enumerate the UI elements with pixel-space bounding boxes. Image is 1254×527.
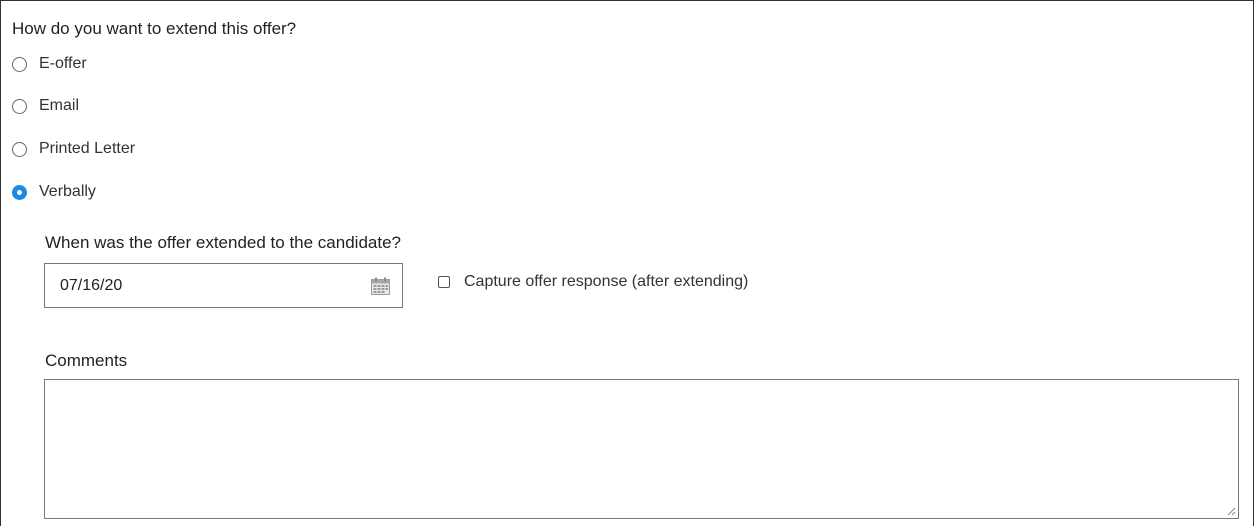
capture-response-label: Capture offer response (after extending) — [464, 273, 749, 290]
extended-date-field[interactable]: 07/16/20 — [44, 263, 403, 308]
offer-form: How do you want to extend this offer? E-… — [0, 0, 1254, 526]
radio-option-printed-letter[interactable]: Printed Letter — [12, 138, 135, 160]
radio-option-email[interactable]: Email — [12, 95, 79, 117]
radio-button[interactable] — [12, 56, 27, 72]
radio-button-selected[interactable] — [12, 184, 27, 200]
offer-method-question: How do you want to extend this offer? — [12, 19, 297, 38]
capture-response-checkbox[interactable] — [438, 276, 450, 288]
radio-label: E-offer — [39, 55, 87, 72]
comments-textarea[interactable] — [44, 379, 1239, 519]
capture-response-option[interactable]: Capture offer response (after extending) — [438, 273, 748, 291]
radio-label: Email — [39, 97, 80, 114]
date-value: 07/16/20 — [60, 277, 123, 294]
radio-label: Verbally — [39, 183, 96, 200]
resize-handle-icon[interactable] — [1226, 506, 1236, 516]
calendar-icon[interactable] — [371, 277, 390, 295]
radio-label: Printed Letter — [39, 140, 136, 157]
radio-option-verbally[interactable]: Verbally — [12, 181, 96, 203]
radio-option-e-offer[interactable]: E-offer — [12, 53, 87, 75]
extended-date-question: When was the offer extended to the candi… — [45, 233, 401, 252]
radio-button[interactable] — [12, 98, 27, 114]
comments-label: Comments — [45, 351, 128, 370]
radio-button[interactable] — [12, 141, 27, 157]
